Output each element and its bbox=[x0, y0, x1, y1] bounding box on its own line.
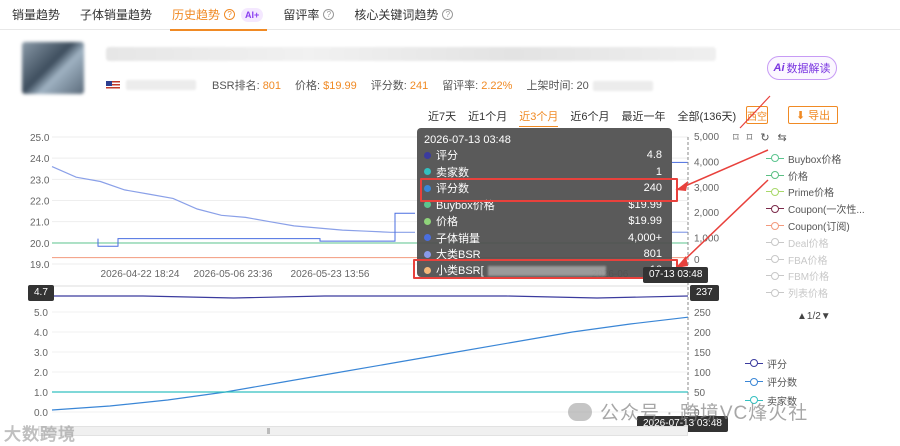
legend-swatch-icon bbox=[766, 221, 784, 231]
series-price-line bbox=[51, 166, 415, 233]
tooltip-row: 价格 $19.99 bbox=[424, 213, 662, 230]
y-right-tick-label: 0 bbox=[694, 255, 700, 266]
legend-item[interactable]: Coupon(一次性... bbox=[766, 200, 865, 217]
watermark-right: 公众号 · 跨境VC烽火社 bbox=[568, 398, 808, 425]
legend-swatch-icon bbox=[745, 358, 763, 368]
series-dot-icon bbox=[424, 201, 431, 209]
series-dot-icon bbox=[424, 217, 431, 225]
legend-item[interactable]: FBA价格 bbox=[766, 251, 865, 268]
legend-swatch-icon bbox=[766, 187, 784, 197]
series-dot-icon bbox=[424, 250, 431, 258]
crosshair-date-top: 07-13 03:48 bbox=[643, 267, 709, 283]
y-tick-label: 4.0 bbox=[34, 328, 48, 339]
y-right-tick-label: 4,000 bbox=[694, 157, 719, 168]
y-right-tick-label: 250 bbox=[694, 308, 711, 319]
y-right-tick-label: 150 bbox=[694, 348, 711, 359]
series-review-count-line bbox=[51, 316, 689, 411]
legend-swatch-icon bbox=[766, 288, 784, 298]
wechat-icon bbox=[568, 402, 592, 421]
y-right-tick-label: 100 bbox=[694, 368, 711, 379]
legend-item[interactable]: Buybox价格 bbox=[766, 150, 865, 167]
series-rating-line bbox=[52, 295, 689, 299]
y-right-tick-label: 3,000 bbox=[694, 183, 719, 194]
legend-item[interactable]: 评分 bbox=[745, 354, 797, 373]
y-tick-label: 23.0 bbox=[30, 175, 50, 186]
legend-item[interactable]: 评分数 bbox=[745, 373, 797, 392]
annotation-arrow bbox=[675, 149, 769, 191]
data-zoom-slider[interactable] bbox=[38, 426, 688, 436]
y-tick-label: 22.0 bbox=[30, 197, 50, 208]
legend-pager[interactable]: ▲1/2▼ bbox=[797, 311, 831, 322]
watermark-left: 大数跨境 bbox=[4, 425, 76, 444]
y-tick-label: 5.0 bbox=[34, 308, 48, 319]
y-tick-label: 2.0 bbox=[34, 368, 48, 379]
series-dot-icon bbox=[424, 234, 431, 242]
y-tick-label: 25.0 bbox=[30, 133, 50, 144]
series-dot-icon bbox=[424, 168, 431, 176]
x-tick-label: 2026-04-22 18:24 bbox=[101, 269, 180, 280]
annotation-line bbox=[739, 95, 771, 129]
crosshair-value-right: 237 bbox=[690, 285, 719, 301]
legend-swatch-icon bbox=[766, 237, 784, 247]
series-child-sales-line bbox=[97, 212, 415, 247]
chart-tooltip: 2026-07-13 03:48 评分 4.8 卖家数 1 评分数 240 Buybox价格… bbox=[417, 128, 672, 277]
legend-swatch-icon bbox=[766, 204, 784, 214]
x-tick-label: 2026-05-23 13:56 bbox=[291, 269, 370, 280]
highlight-box-subcategory-bsr bbox=[413, 259, 678, 279]
y-right-tick-label: 200 bbox=[694, 328, 711, 339]
y-tick-label: 20.0 bbox=[30, 239, 50, 250]
y-right-tick-label: 5,000 bbox=[694, 132, 719, 143]
y-tick-label: 19.0 bbox=[30, 260, 50, 271]
legend-swatch-icon bbox=[766, 271, 784, 281]
y-tick-label: 21.0 bbox=[30, 218, 50, 229]
legend-item[interactable]: 价格 bbox=[766, 167, 865, 184]
legend-item[interactable]: FBM价格 bbox=[766, 268, 865, 285]
legend-swatch-icon bbox=[766, 254, 784, 264]
legend-swatch-icon bbox=[745, 377, 763, 387]
y-tick-label: 24.0 bbox=[30, 154, 50, 165]
zoom-handle[interactable] bbox=[267, 428, 270, 434]
highlight-box-reviews bbox=[420, 178, 678, 202]
y-tick-label: 0.0 bbox=[34, 408, 48, 419]
y-right-tick-label: 2,000 bbox=[694, 208, 719, 219]
y-tick-label: 1.0 bbox=[34, 388, 48, 399]
tooltip-row: 子体销量 4,000+ bbox=[424, 230, 662, 247]
y-tick-label: 3.0 bbox=[34, 348, 48, 359]
tooltip-row: 评分 4.8 bbox=[424, 147, 662, 164]
tooltip-title: 2026-07-13 03:48 bbox=[424, 134, 511, 146]
series-dot-icon bbox=[424, 151, 431, 159]
legend-swatch-icon bbox=[766, 170, 784, 180]
legend-item[interactable]: Deal价格 bbox=[766, 234, 865, 251]
annotation-arrow bbox=[675, 179, 769, 269]
legend-item[interactable]: 列表价格 bbox=[766, 284, 865, 301]
legend-item[interactable]: Prime价格 bbox=[766, 184, 865, 201]
x-tick-label: 2026-05-06 23:36 bbox=[194, 269, 273, 280]
legend-swatch-icon bbox=[766, 153, 784, 163]
crosshair-value-left: 4.7 bbox=[28, 285, 54, 301]
legend-top: Buybox价格 价格 Prime价格 Coupon(一次性... Coupon(订阅)… bbox=[766, 150, 865, 301]
legend-item[interactable]: Coupon(订阅) bbox=[766, 217, 865, 234]
